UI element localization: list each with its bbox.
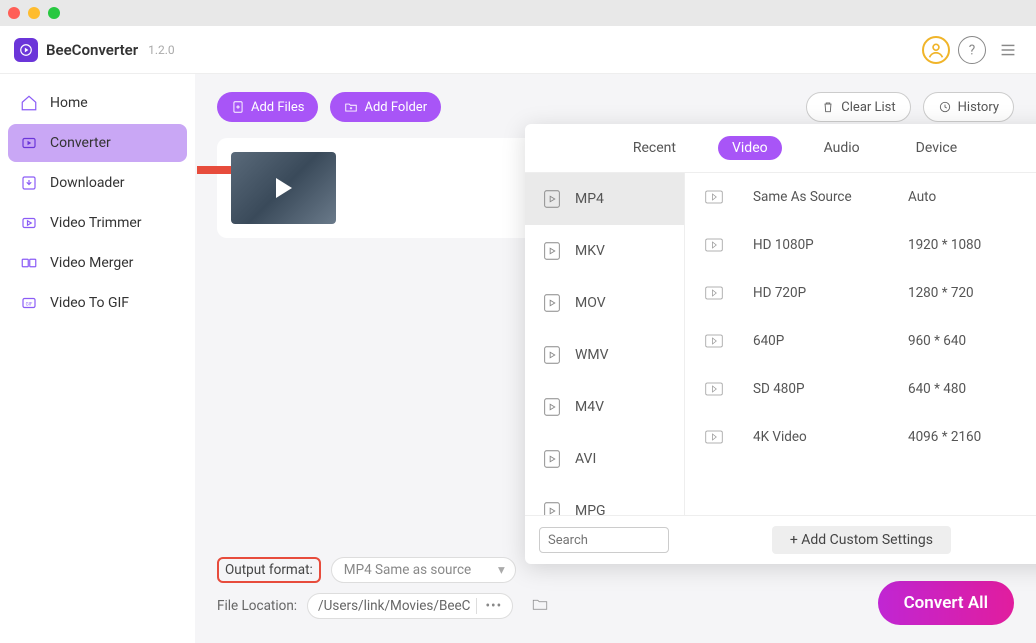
window-zoom-button[interactable] — [48, 7, 60, 19]
button-label: History — [958, 100, 999, 115]
add-files-button[interactable]: Add Files — [217, 92, 318, 122]
sidebar-item-downloader[interactable]: Downloader — [8, 164, 187, 202]
user-account-icon[interactable] — [922, 36, 950, 64]
add-custom-settings-button[interactable]: + Add Custom Settings — [772, 526, 951, 554]
clear-list-button[interactable]: Clear List — [806, 92, 910, 122]
sidebar: Home Converter Downloader Video Trimmer … — [0, 74, 195, 643]
file-location-label: File Location: — [217, 598, 297, 614]
format-item-m4v[interactable]: M4V — [525, 381, 684, 433]
video-thumbnail[interactable] — [231, 152, 336, 224]
window-minimize-button[interactable] — [28, 7, 40, 19]
sidebar-item-label: Converter — [50, 135, 111, 151]
sidebar-item-trimmer[interactable]: Video Trimmer — [8, 204, 187, 242]
sidebar-item-label: Home — [50, 95, 88, 111]
sidebar-item-home[interactable]: Home — [8, 84, 187, 122]
svg-text:?: ? — [969, 42, 976, 58]
format-item-avi[interactable]: AVI — [525, 433, 684, 485]
content-area: Add Files Add Folder Clear List History — [195, 74, 1036, 643]
sidebar-item-label: Video To GIF — [50, 295, 129, 311]
sidebar-item-gif[interactable]: GIF Video To GIF — [8, 284, 187, 322]
help-icon[interactable]: ? — [958, 36, 986, 64]
output-format-label: Output format: — [217, 557, 321, 583]
resolution-item[interactable]: SD 480P640 * 480 — [685, 365, 1036, 413]
format-item-mov[interactable]: MOV — [525, 277, 684, 329]
open-folder-icon[interactable] — [531, 595, 549, 617]
tab-video[interactable]: Video — [718, 136, 782, 160]
app-name: BeeConverter — [46, 41, 138, 59]
hamburger-menu-icon[interactable] — [994, 36, 1022, 64]
convert-all-button[interactable]: Convert All — [878, 581, 1014, 625]
output-format-select[interactable]: MP4 Same as source — [331, 557, 516, 583]
resolution-item[interactable]: 4K Video4096 * 2160 — [685, 413, 1036, 461]
format-search-input[interactable] — [539, 527, 669, 553]
tab-audio[interactable]: Audio — [810, 136, 874, 160]
button-label: Add Files — [251, 100, 304, 115]
sidebar-item-label: Video Merger — [50, 255, 133, 271]
format-item-mp4[interactable]: MP4 — [525, 173, 684, 225]
popup-tabs: Recent Video Audio Device — [525, 124, 1036, 173]
resolution-list[interactable]: Same As SourceAuto HD 1080P1920 * 1080 H… — [685, 173, 1036, 515]
button-label: Add Folder — [364, 100, 427, 115]
resolution-item[interactable]: HD 1080P1920 * 1080 — [685, 221, 1036, 269]
resolution-item[interactable]: Same As SourceAuto — [685, 173, 1036, 221]
resolution-item[interactable]: 640P960 * 640 — [685, 317, 1036, 365]
resolution-item[interactable]: HD 720P1280 * 720 — [685, 269, 1036, 317]
more-dots-icon[interactable]: ••• — [476, 598, 502, 614]
format-item-mkv[interactable]: MKV — [525, 225, 684, 277]
file-location-input[interactable]: /Users/link/Movies/BeeC ••• — [307, 593, 513, 619]
window-titlebar — [0, 0, 1036, 26]
sidebar-item-label: Downloader — [50, 175, 125, 191]
format-list[interactable]: MP4 MKV MOV WMV M4V AVI MPG — [525, 173, 685, 515]
tab-recent[interactable]: Recent — [619, 136, 690, 160]
toolbar: Add Files Add Folder Clear List History — [217, 92, 1014, 122]
window-close-button[interactable] — [8, 7, 20, 19]
app-version: 1.2.0 — [148, 43, 175, 57]
history-button[interactable]: History — [923, 92, 1014, 122]
app-topbar: BeeConverter 1.2.0 ? — [0, 26, 1036, 74]
sidebar-item-merger[interactable]: Video Merger — [8, 244, 187, 282]
sidebar-item-label: Video Trimmer — [50, 215, 142, 231]
app-logo-icon — [14, 38, 38, 62]
sidebar-item-converter[interactable]: Converter — [8, 124, 187, 162]
format-popup: Recent Video Audio Device MP4 MKV MOV WM… — [525, 124, 1036, 564]
bottom-bar: Output format: MP4 Same as source File L… — [217, 557, 1014, 629]
button-label: Clear List — [841, 100, 895, 115]
svg-text:GIF: GIF — [26, 301, 33, 307]
format-item-mpg[interactable]: MPG — [525, 485, 684, 515]
tab-device[interactable]: Device — [902, 136, 971, 160]
add-folder-button[interactable]: Add Folder — [330, 92, 441, 122]
format-item-wmv[interactable]: WMV — [525, 329, 684, 381]
